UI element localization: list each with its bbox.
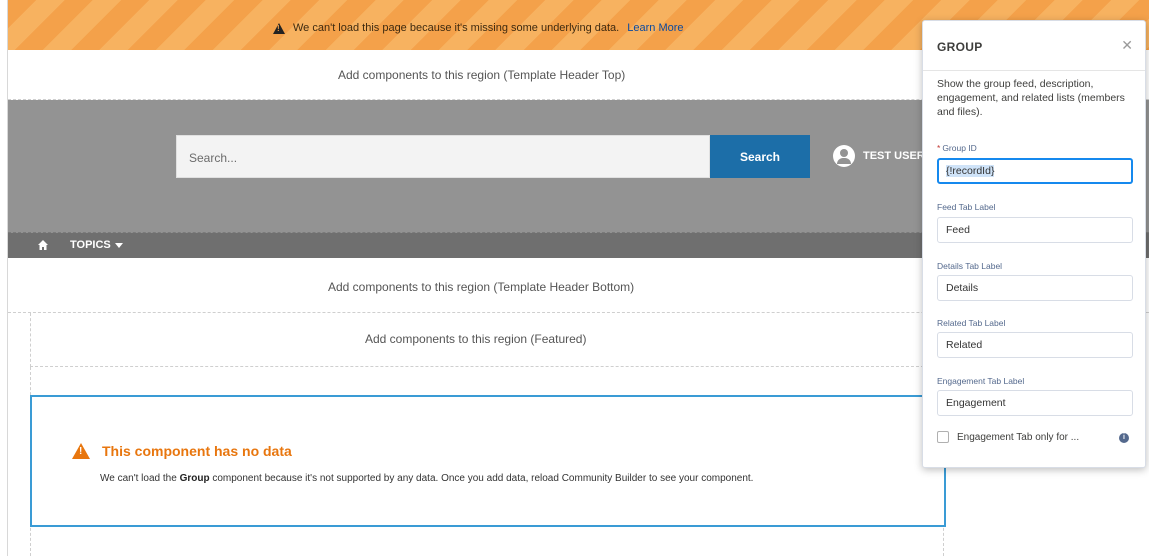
feed-tab-label: Feed Tab Label [937, 202, 996, 212]
nodata-title: This component has no data [72, 443, 292, 459]
details-tab-label: Details Tab Label [937, 261, 1003, 271]
region-featured[interactable]: Add components to this region (Featured) [30, 313, 944, 367]
feed-tab-field[interactable]: Feed [937, 217, 1133, 243]
group-id-label-text: Group ID [942, 143, 977, 153]
banner-message: We can't load this page because it's mis… [293, 22, 620, 34]
chevron-down-icon [114, 242, 123, 248]
engagement-only-row[interactable]: Engagement Tab only for ... [937, 431, 1079, 443]
group-id-field[interactable]: {!recordId} [937, 158, 1133, 184]
learn-more-link[interactable]: Learn More [627, 22, 683, 34]
group-component-card[interactable]: This component has no data We can't load… [30, 395, 946, 527]
panel-title: GROUP [937, 40, 983, 54]
close-icon[interactable]: ✕ [1121, 37, 1133, 54]
related-tab-label: Related Tab Label [937, 318, 1006, 328]
warning-icon [273, 22, 285, 34]
nodata-msg-component: Group [179, 473, 210, 484]
engagement-only-label: Engagement Tab only for ... [957, 431, 1080, 443]
details-tab-field[interactable]: Details [937, 275, 1133, 301]
home-icon[interactable] [38, 240, 48, 250]
group-id-label: * Group ID [937, 143, 977, 153]
user-name: TEST USER [863, 150, 925, 162]
user-avatar-icon [833, 145, 855, 167]
group-id-value: {!recordId} [946, 165, 995, 177]
topics-menu[interactable]: TOPICS [70, 239, 123, 251]
region-featured-label: Add components to this region (Featured) [365, 332, 587, 346]
engagement-tab-label: Engagement Tab Label [937, 376, 1025, 386]
left-edge [0, 0, 8, 556]
region-header-bottom-label: Add components to this region (Template … [328, 280, 635, 294]
info-icon[interactable]: i [1119, 433, 1129, 443]
user-menu[interactable]: TEST USER [833, 145, 925, 167]
nodata-message: We can't load the Group component becaus… [100, 473, 753, 484]
property-panel: GROUP ✕ Show the group feed, description… [922, 20, 1146, 468]
related-tab-field[interactable]: Related [937, 332, 1133, 358]
search-button[interactable]: Search [710, 135, 810, 178]
topics-label: TOPICS [70, 239, 111, 251]
warning-icon [72, 443, 90, 459]
panel-header: GROUP ✕ [923, 21, 1145, 71]
nodata-title-text: This component has no data [102, 443, 292, 459]
engagement-only-checkbox[interactable] [937, 431, 949, 443]
search-input[interactable]: Search... [176, 135, 710, 178]
nodata-msg-start: We can't load the [100, 473, 180, 484]
region-header-top-label: Add components to this region (Template … [338, 68, 626, 82]
panel-description: Show the group feed, description, engage… [937, 78, 1125, 118]
nodata-msg-end: component because it's not supported by … [209, 473, 754, 484]
engagement-tab-field[interactable]: Engagement [937, 390, 1133, 416]
